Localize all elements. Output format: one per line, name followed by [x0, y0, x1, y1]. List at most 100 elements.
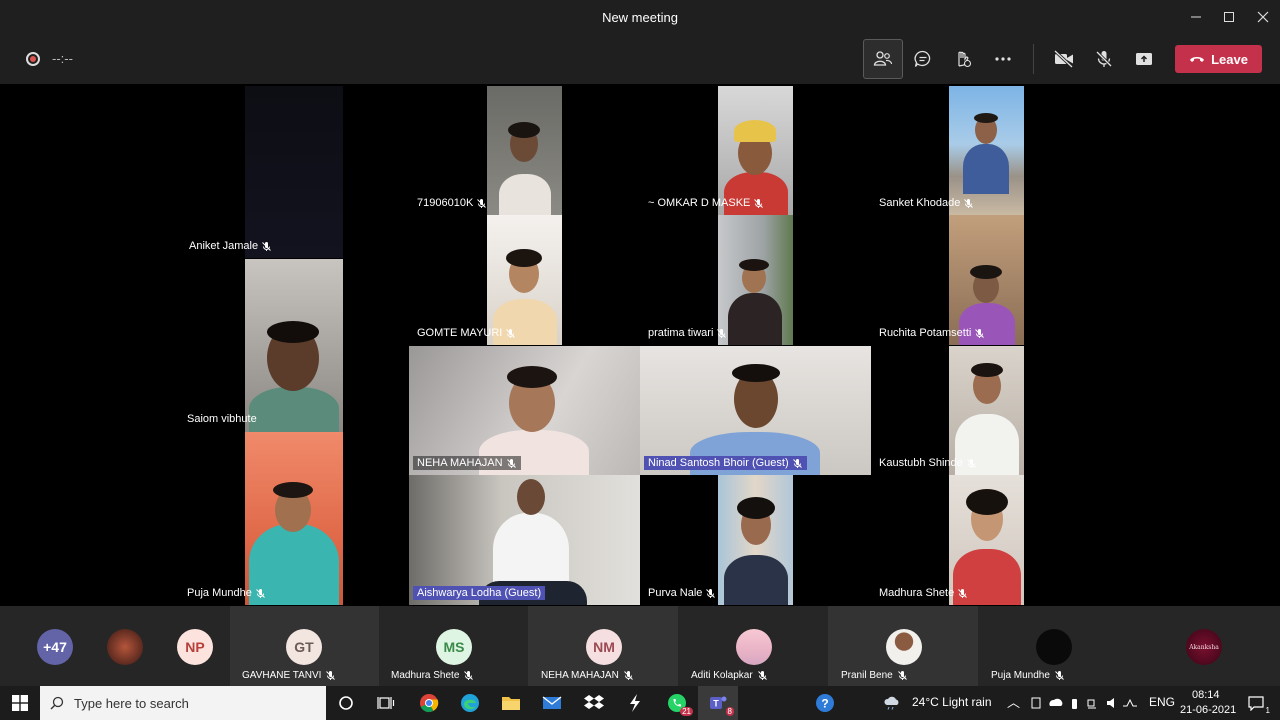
video-tile[interactable] — [245, 432, 343, 605]
camera-toggle-button[interactable] — [1044, 39, 1084, 79]
participant-slot[interactable]: Aditi Kolapkar — [678, 606, 828, 686]
participant-name: NEHA MAHAJAN — [541, 670, 634, 681]
participant-name-tag: GOMTE MAYURI — [413, 326, 520, 340]
notification-count: 1 — [1265, 706, 1270, 715]
taskbar-mail[interactable] — [532, 686, 572, 720]
participant-avatar — [886, 629, 922, 665]
windows-logo-icon — [12, 695, 28, 711]
weather-widget[interactable] — [880, 686, 904, 720]
people-icon — [873, 51, 893, 66]
close-icon — [1257, 11, 1269, 23]
notification-icon — [1248, 696, 1264, 711]
video-tile[interactable] — [245, 86, 343, 258]
participant-avatar: GT — [286, 629, 322, 665]
maximize-button[interactable] — [1212, 0, 1246, 34]
cortana-button[interactable] — [326, 686, 366, 720]
mic-muted-icon — [326, 671, 336, 680]
task-view-button[interactable] — [366, 686, 406, 720]
minimize-button[interactable] — [1179, 0, 1213, 34]
reactions-button[interactable] — [943, 39, 983, 79]
video-tile[interactable] — [487, 86, 562, 215]
mic-off-icon — [1095, 50, 1113, 68]
mic-muted-icon — [792, 458, 802, 468]
edge-icon — [461, 694, 479, 712]
participant-name-tag: NEHA MAHAJAN — [413, 456, 521, 470]
taskbar-file-explorer[interactable] — [491, 686, 531, 720]
participant-name-tag: Kaustubh Shinde — [875, 456, 981, 470]
mic-toggle-button[interactable] — [1084, 39, 1124, 79]
participant-name: Aditi Kolapkar — [691, 670, 768, 681]
action-center-button[interactable]: 1 — [1236, 686, 1276, 720]
video-tile[interactable] — [718, 475, 793, 605]
more-participants-button[interactable]: +47 — [37, 629, 73, 665]
show-participants-button[interactable] — [863, 39, 903, 79]
mic-muted-icon — [975, 328, 985, 338]
taskbar-whatsapp[interactable]: 21 — [657, 686, 697, 720]
participant-name: GAVHANE TANVI — [242, 670, 336, 681]
participant-slot[interactable]: Puja Mundhe — [978, 606, 1130, 686]
participant-avatar: NM — [586, 629, 622, 665]
taskbar-edge[interactable] — [450, 686, 490, 720]
meeting-controls-bar: --:-- Leave — [0, 34, 1280, 84]
mic-muted-icon — [717, 328, 727, 338]
taskbar-search-box[interactable]: Type here to search — [40, 686, 326, 720]
taskbar-help[interactable]: ? — [805, 686, 845, 720]
search-placeholder: Type here to search — [74, 695, 189, 711]
maximize-icon — [1224, 12, 1234, 22]
participant-slot[interactable]: GT GAVHANE TANVI — [230, 606, 379, 686]
system-tray-icons — [1031, 697, 1137, 709]
leave-button[interactable]: Leave — [1175, 45, 1262, 73]
participant-name-tag: Aishwarya Lodha (Guest) — [413, 586, 546, 600]
participant-name-tag: 71906010K — [413, 196, 491, 210]
camera-off-icon — [1053, 49, 1074, 69]
mic-muted-icon — [966, 458, 976, 468]
participant-slot[interactable]: MS Madhura Shete — [379, 606, 528, 686]
participant-avatar[interactable]: NP — [177, 629, 213, 665]
participant-name-tag: Ruchita Potamsetti — [875, 326, 989, 340]
video-tile[interactable] — [245, 259, 343, 432]
mic-muted-icon — [464, 671, 474, 680]
participant-avatar[interactable]: Akanksha — [1186, 629, 1222, 665]
video-feed — [245, 86, 343, 258]
participant-slot[interactable]: NM NEHA MAHAJAN — [528, 606, 678, 686]
mic-muted-icon — [897, 671, 907, 680]
tray-overflow-chevron-icon[interactable]: ︿ — [1007, 692, 1020, 711]
taskbar-teams[interactable]: T 8 — [698, 686, 738, 720]
clock-date[interactable]: 21-06-2021 — [1180, 704, 1236, 716]
taskbar-app[interactable] — [615, 686, 655, 720]
mic-muted-icon — [1055, 671, 1064, 680]
teams-badge: 8 — [725, 707, 734, 716]
show-chat-button[interactable] — [903, 39, 943, 79]
more-icon — [995, 57, 1011, 61]
leave-label: Leave — [1211, 51, 1248, 67]
meeting-timer: --:-- — [52, 51, 73, 66]
cloud-rain-icon — [884, 696, 899, 710]
more-actions-button[interactable] — [983, 39, 1023, 79]
raise-hand-icon — [958, 51, 972, 68]
participant-avatar[interactable] — [107, 629, 143, 665]
chrome-icon — [420, 694, 439, 713]
participant-name-tag: Ninad Santosh Bhoir (Guest) — [644, 456, 807, 470]
participant-strip: +47 NP GT GAVHANE TANVI MS Madhura Shete… — [0, 606, 1280, 686]
lightning-icon — [630, 694, 640, 712]
participant-avatar: MS — [436, 629, 472, 665]
close-button[interactable] — [1246, 0, 1280, 34]
recording-indicator-icon — [26, 52, 40, 66]
mail-icon — [542, 696, 562, 709]
participant-name-tag: ~ OMKAR D MASKE — [644, 196, 768, 210]
participant-name: Puja Mundhe — [991, 670, 1065, 681]
participant-name: Madhura Shete — [391, 670, 474, 681]
whatsapp-badge: 21 — [680, 707, 693, 716]
tray-icons — [1030, 696, 1150, 713]
clock-time[interactable]: 08:14 — [1192, 689, 1220, 701]
share-tray-icon — [1136, 53, 1152, 65]
start-button[interactable] — [0, 686, 40, 720]
search-icon — [50, 696, 64, 710]
input-language[interactable]: ENG — [1149, 695, 1175, 709]
participant-name-tag: Sanket Khodade — [875, 196, 978, 210]
share-screen-button[interactable] — [1124, 39, 1164, 79]
participant-slot[interactable]: Pranil Bene — [828, 606, 978, 686]
participant-avatar — [1036, 629, 1072, 665]
taskbar-chrome[interactable] — [409, 686, 449, 720]
taskbar-dropbox[interactable] — [574, 686, 614, 720]
